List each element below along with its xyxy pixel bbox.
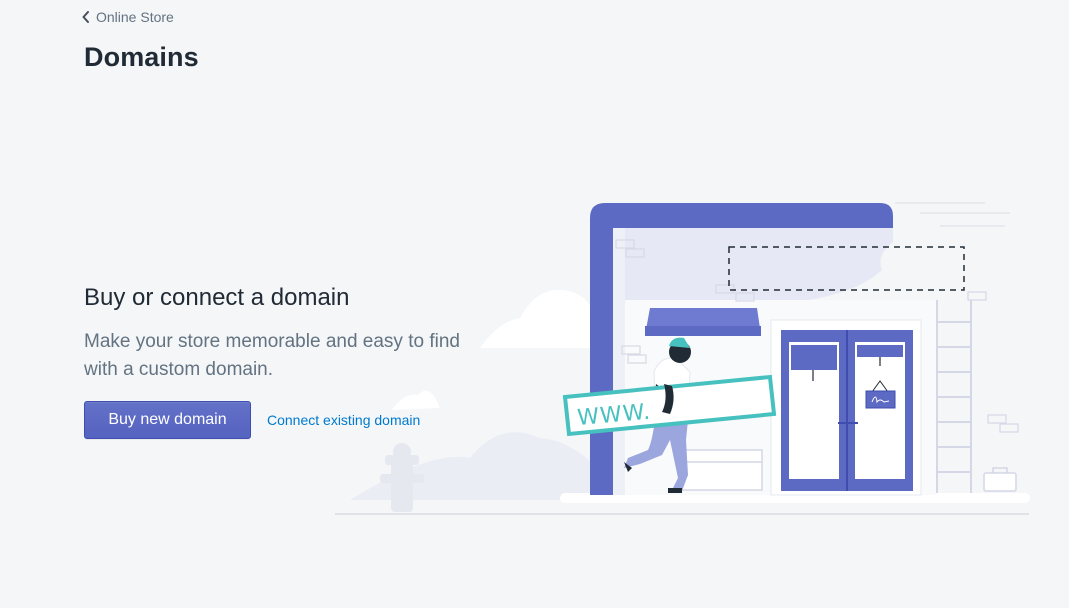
- toolbox-illustration: [983, 467, 1017, 492]
- cloud-illustration: [392, 289, 614, 410]
- ladder-illustration: [936, 300, 972, 493]
- domains-page: Online Store Domains Buy or connect a do…: [0, 0, 1069, 608]
- buy-new-domain-button[interactable]: Buy new domain: [84, 401, 251, 439]
- hills-illustration: [350, 432, 600, 500]
- page-title: Domains: [84, 42, 199, 72]
- breadcrumb-label: Online Store: [96, 9, 174, 25]
- breadcrumb-online-store[interactable]: Online Store: [82, 9, 174, 25]
- storefront-illustration: WWW.: [330, 195, 1035, 530]
- fire-hydrant-illustration: [380, 443, 424, 512]
- chevron-left-icon: [82, 11, 90, 23]
